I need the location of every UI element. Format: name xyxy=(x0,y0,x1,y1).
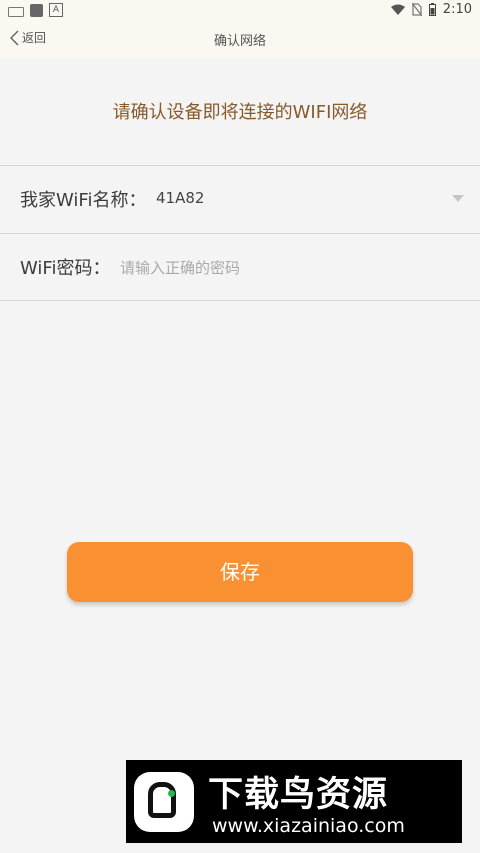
notification-square-icon xyxy=(30,3,43,17)
battery-icon xyxy=(428,3,436,16)
dropdown-arrow-icon[interactable] xyxy=(452,195,464,202)
wifi-ssid-value[interactable]: 41A82 xyxy=(156,189,204,207)
instruction-text: 请确认设备即将连接的WIFI网络 xyxy=(112,102,368,123)
watermark-title: 下载鸟资源 xyxy=(208,775,389,815)
status-left-icons: A xyxy=(8,3,63,17)
page-title: 确认网络 xyxy=(213,34,266,49)
watermark-url: www.xiazainiao.com xyxy=(212,815,405,837)
keyboard-icon xyxy=(8,6,24,17)
no-sim-icon xyxy=(411,3,422,16)
status-right-icons: 2:10 xyxy=(390,2,472,17)
watermark-logo-icon xyxy=(134,772,194,832)
wifi-password-row: WiFi密码： xyxy=(0,233,480,301)
a-icon: A xyxy=(49,3,63,17)
wifi-icon xyxy=(390,4,405,15)
watermark-banner: 下载鸟资源 www.xiazainiao.com xyxy=(126,760,462,843)
save-button[interactable]: 保存 xyxy=(67,542,413,602)
wifi-ssid-row[interactable]: 我家WiFi名称： 41A82 xyxy=(0,165,480,232)
wifi-ssid-label: 我家WiFi名称： xyxy=(20,190,147,211)
status-bar: A 2:10 xyxy=(0,0,480,22)
wifi-password-label: WiFi密码： xyxy=(20,258,111,279)
status-time: 2:10 xyxy=(442,2,472,17)
top-nav-bar: 返回 确认网络 xyxy=(0,22,480,58)
wifi-password-input[interactable] xyxy=(118,252,462,284)
